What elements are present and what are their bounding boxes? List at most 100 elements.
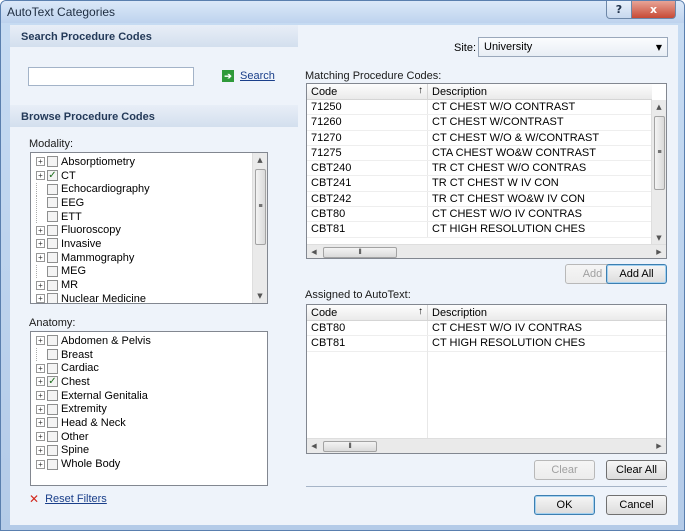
expand-icon[interactable]: + bbox=[36, 391, 45, 401]
table-row[interactable]: 71270 CT CHEST W/O & W/CONTRAST bbox=[307, 130, 652, 146]
checkbox[interactable] bbox=[47, 403, 58, 415]
tree-item[interactable]: + Extremity bbox=[31, 402, 267, 416]
assigned-col-code[interactable]: Code ↑ bbox=[307, 305, 428, 321]
tree-item[interactable]: + Other bbox=[31, 430, 267, 444]
expand-icon[interactable]: + bbox=[36, 363, 45, 373]
tree-item[interactable]: + External Genitalia bbox=[31, 389, 267, 403]
clear-all-button[interactable]: Clear All bbox=[606, 460, 667, 480]
checkbox[interactable]: ✓ bbox=[47, 376, 58, 388]
tree-item[interactable]: + Cardiac bbox=[31, 361, 267, 375]
expand-icon[interactable]: + bbox=[36, 432, 45, 442]
tree-item[interactable]: MEG bbox=[31, 264, 267, 279]
checkbox[interactable] bbox=[47, 279, 58, 291]
matching-vscrollbar[interactable]: ▲ ≡ ▼ bbox=[651, 100, 666, 245]
table-row[interactable]: 71260 CT CHEST W/CONTRAST bbox=[307, 115, 652, 131]
hscroll-thumb[interactable]: ⦀ bbox=[323, 247, 397, 258]
expand-icon[interactable]: + bbox=[36, 336, 45, 346]
checkbox[interactable] bbox=[47, 362, 58, 374]
expand-icon[interactable]: + bbox=[36, 239, 45, 249]
checkbox[interactable] bbox=[47, 417, 58, 429]
tree-item[interactable]: + ✓ Chest bbox=[31, 375, 267, 389]
matching-col-code[interactable]: Code ↑ bbox=[307, 84, 428, 100]
search-input[interactable] bbox=[28, 67, 194, 86]
checkbox[interactable]: ✓ bbox=[47, 170, 58, 182]
checkbox[interactable] bbox=[47, 444, 58, 456]
tree-item[interactable]: Echocardiography bbox=[31, 182, 267, 196]
tree-item[interactable]: + ✓ CT bbox=[31, 169, 267, 183]
search-button[interactable]: ➔ Search bbox=[222, 70, 275, 82]
checkbox[interactable] bbox=[47, 335, 58, 347]
anatomy-tree[interactable]: + Abdomen & Pelvis Breast + Cardiac + ✓ Chest + E… bbox=[30, 331, 268, 486]
checkbox[interactable] bbox=[47, 431, 58, 443]
checkbox[interactable] bbox=[47, 265, 58, 277]
tree-item[interactable]: + Abdomen & Pelvis bbox=[31, 334, 267, 348]
add-all-button[interactable]: Add All bbox=[606, 264, 667, 284]
tree-item[interactable]: ETT bbox=[31, 210, 267, 224]
matching-col-description[interactable]: Description bbox=[428, 84, 652, 100]
expand-icon[interactable]: + bbox=[36, 377, 45, 387]
expand-icon[interactable]: + bbox=[36, 445, 45, 455]
modality-tree[interactable]: + Absorptiometry + ✓ CT Echocardiography EEG ET… bbox=[30, 152, 268, 304]
matching-hscrollbar[interactable]: ◀ ⦀ ▶ bbox=[307, 244, 666, 258]
checkbox[interactable] bbox=[47, 390, 58, 402]
tree-item[interactable]: + Nuclear Medicine bbox=[31, 292, 267, 303]
titlebar[interactable]: AutoText Categories ? x bbox=[1, 1, 684, 23]
checkbox[interactable] bbox=[47, 238, 58, 250]
assigned-col-description[interactable]: Description bbox=[428, 305, 666, 321]
help-button[interactable]: ? bbox=[606, 1, 632, 19]
table-row[interactable]: CBT80 CT CHEST W/O IV CONTRAS bbox=[307, 207, 652, 223]
hscroll-thumb[interactable]: ⦀ bbox=[323, 441, 377, 452]
assigned-grid[interactable]: Code ↑ Description CBT80 CT CHEST W/O IV … bbox=[306, 304, 667, 454]
tree-item[interactable]: + Absorptiometry bbox=[31, 155, 267, 169]
scroll-right-icon[interactable]: ▶ bbox=[652, 439, 666, 453]
checkbox[interactable] bbox=[47, 224, 58, 236]
scroll-thumb[interactable]: ≡ bbox=[654, 116, 665, 190]
table-row[interactable]: 71275 CTA CHEST WO&W CONTRAST bbox=[307, 145, 652, 162]
matching-grid[interactable]: Code ↑ Description 71250 CT CHEST W/O CON… bbox=[306, 83, 667, 259]
scroll-down-icon[interactable]: ▼ bbox=[253, 289, 267, 303]
expand-icon[interactable]: + bbox=[36, 294, 45, 303]
site-select[interactable]: University ▼ bbox=[478, 37, 668, 57]
tree-item[interactable]: + Whole Body bbox=[31, 457, 267, 471]
checkbox[interactable] bbox=[47, 183, 58, 195]
tree-item[interactable]: + Mammography bbox=[31, 251, 267, 265]
expand-icon[interactable]: + bbox=[36, 418, 45, 428]
modality-scrollbar[interactable]: ▲ ≡ ▼ bbox=[252, 153, 267, 303]
scroll-up-icon[interactable]: ▲ bbox=[652, 100, 666, 114]
expand-icon[interactable]: + bbox=[36, 171, 45, 181]
expand-icon[interactable]: + bbox=[36, 157, 45, 167]
scroll-up-icon[interactable]: ▲ bbox=[253, 153, 267, 167]
table-row[interactable]: 71250 CT CHEST W/O CONTRAST bbox=[307, 100, 652, 116]
clear-button[interactable]: Clear bbox=[534, 460, 595, 480]
checkbox[interactable] bbox=[47, 211, 58, 223]
expand-icon[interactable]: + bbox=[36, 404, 45, 414]
checkbox[interactable] bbox=[47, 197, 58, 209]
table-row[interactable]: CBT80 CT CHEST W/O IV CONTRAS bbox=[307, 321, 666, 337]
tree-item[interactable]: + Spine bbox=[31, 444, 267, 458]
scroll-left-icon[interactable]: ◀ bbox=[307, 245, 321, 258]
reset-filters-button[interactable]: ✕ Reset Filters bbox=[29, 492, 107, 506]
ok-button[interactable]: OK bbox=[534, 495, 595, 515]
checkbox[interactable] bbox=[47, 458, 58, 470]
scroll-right-icon[interactable]: ▶ bbox=[652, 245, 666, 258]
table-row[interactable]: CBT240 TR CT CHEST W/O CONTRAS bbox=[307, 161, 652, 177]
table-row[interactable]: CBT81 CT HIGH RESOLUTION CHES bbox=[307, 336, 666, 352]
close-button[interactable]: x bbox=[632, 1, 676, 19]
checkbox[interactable] bbox=[47, 252, 58, 264]
expand-icon[interactable]: + bbox=[36, 459, 45, 469]
tree-item[interactable]: + MR bbox=[31, 278, 267, 292]
checkbox[interactable] bbox=[47, 156, 58, 168]
assigned-hscrollbar[interactable]: ◀ ⦀ ▶ bbox=[307, 438, 666, 453]
expand-icon[interactable]: + bbox=[36, 225, 45, 235]
tree-item[interactable]: Breast bbox=[31, 348, 267, 362]
tree-item[interactable]: + Fluoroscopy bbox=[31, 223, 267, 237]
tree-item[interactable]: + Invasive bbox=[31, 237, 267, 251]
table-row[interactable]: CBT242 TR CT CHEST WO&W IV CON bbox=[307, 191, 652, 208]
tree-item[interactable]: + Head & Neck bbox=[31, 416, 267, 430]
tree-item[interactable]: EEG bbox=[31, 196, 267, 210]
scroll-left-icon[interactable]: ◀ bbox=[307, 439, 321, 453]
scroll-thumb[interactable]: ≡ bbox=[255, 169, 266, 245]
expand-icon[interactable]: + bbox=[36, 280, 45, 290]
checkbox[interactable] bbox=[47, 293, 58, 303]
expand-icon[interactable]: + bbox=[36, 253, 45, 263]
